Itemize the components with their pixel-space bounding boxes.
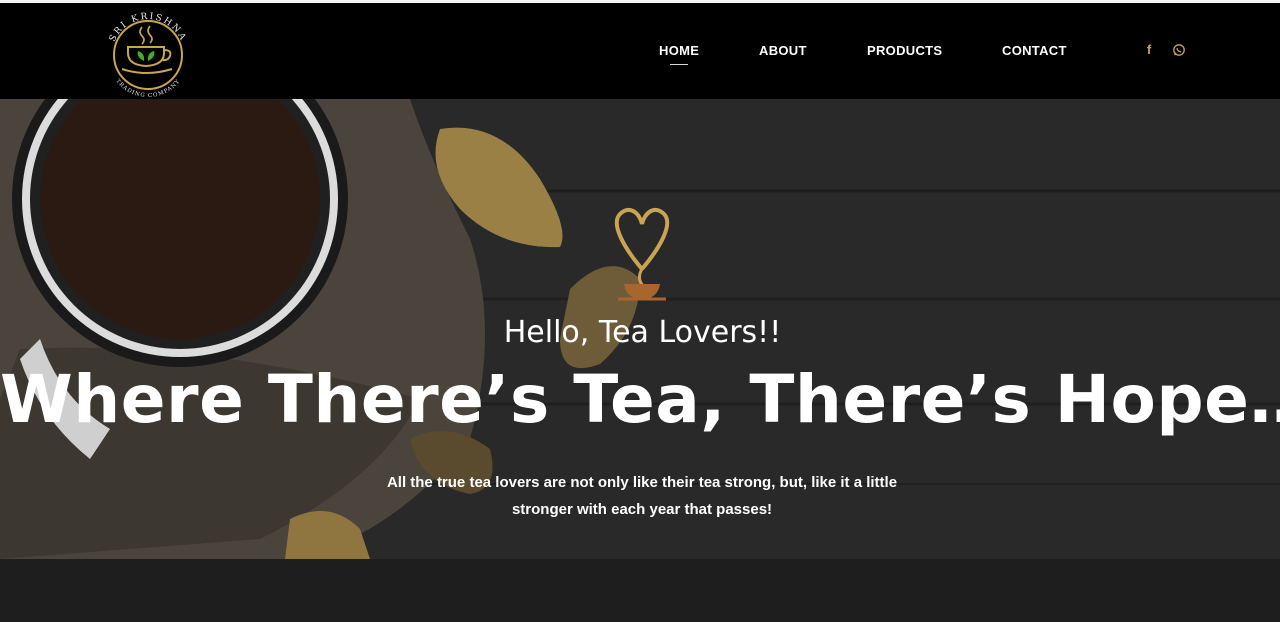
hero-headline: Where There’s Tea, There’s Hope…	[0, 361, 1280, 438]
main-navigation: HOME ABOUT PRODUCTS CONTACT f	[0, 3, 1280, 99]
nav-contact[interactable]: CONTACT	[1002, 43, 1067, 58]
facebook-icon[interactable]: f	[1141, 41, 1157, 59]
hero-banner: Hello, Tea Lovers!! Where There’s Tea, T…	[0, 99, 1280, 559]
hero-greeting: Hello, Tea Lovers!!	[503, 315, 782, 350]
whatsapp-icon[interactable]	[1171, 41, 1187, 59]
nav-products[interactable]: PRODUCTS	[867, 43, 942, 58]
nav-home[interactable]: HOME	[659, 43, 699, 65]
nav-about[interactable]: ABOUT	[759, 43, 807, 58]
content-section	[0, 559, 1280, 622]
navbar: SRI KRISHNA TRADING COMPANY HOME ABOUT P…	[0, 3, 1280, 99]
hero-description: All the true tea lovers are not only lik…	[386, 474, 898, 518]
